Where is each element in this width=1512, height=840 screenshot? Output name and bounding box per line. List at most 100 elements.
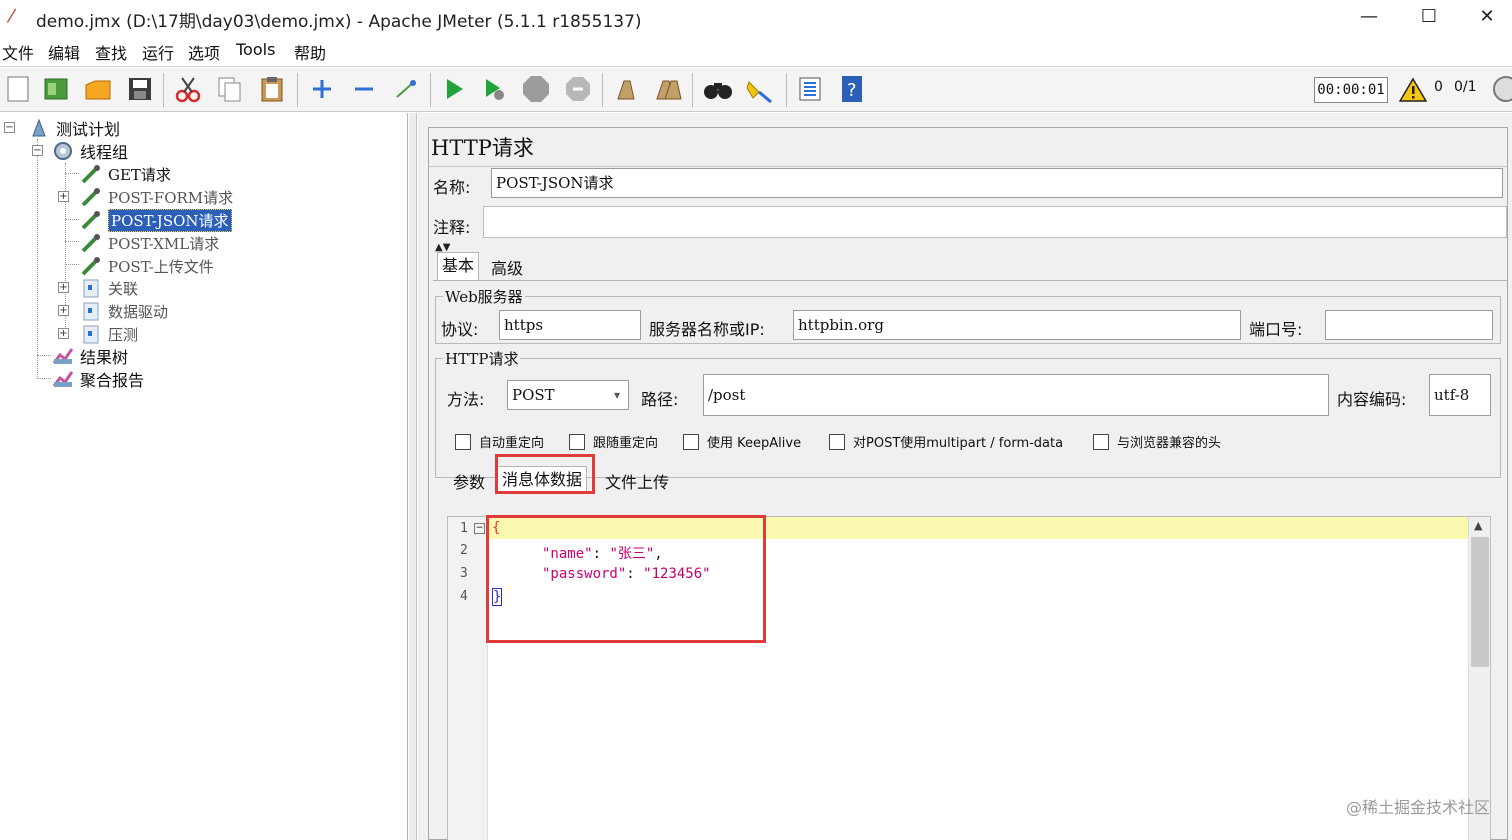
remote-icon[interactable]	[1490, 73, 1512, 105]
tree-item-post-form-request[interactable]: POST-FORM请求	[80, 186, 233, 208]
menu-tools[interactable]: Tools	[236, 40, 275, 59]
templates-icon[interactable]	[40, 73, 72, 105]
close-button[interactable]: ✕	[1464, 4, 1510, 30]
content-encoding-field[interactable]: utf-8	[1429, 374, 1491, 416]
tree-item-test-plan[interactable]: 测试计划	[28, 117, 120, 139]
body-data-editor[interactable]: 1 − 2 3 4 { "name": "张三", "password": "1…	[447, 515, 1491, 840]
path-label: 路径:	[641, 390, 679, 409]
tree-item-get-request[interactable]: GET请求	[80, 163, 171, 185]
scrollbar-thumb[interactable]	[1471, 537, 1489, 667]
stop-icon[interactable]	[520, 73, 552, 105]
pipette-icon	[80, 209, 102, 231]
tree-connector	[65, 173, 79, 174]
cut-icon[interactable]	[172, 73, 204, 105]
pipette-icon	[80, 255, 102, 277]
window-title: demo.jmx (D:\17期\day03\demo.jmx) - Apach…	[36, 12, 642, 32]
pipette-icon	[80, 232, 102, 254]
path-field[interactable]: /post	[703, 374, 1329, 416]
tree-item-post-xml-request[interactable]: POST-XML请求	[80, 232, 219, 254]
title-bar: ⁄ demo.jmx (D:\17期\day03\demo.jmx) - Apa…	[0, 0, 1512, 34]
method-select[interactable]: POST ▾	[507, 380, 629, 410]
checkbox-box[interactable]	[455, 433, 471, 450]
browser-compatible-headers-checkbox[interactable]: 与浏览器兼容的头	[1093, 432, 1221, 451]
checkbox-box[interactable]	[829, 433, 845, 450]
test-plan-tree: − 测试计划 − 线程组 GET请求 + POST-FORM请求 POST-JS…	[0, 113, 408, 840]
fold-toggle[interactable]: −	[474, 523, 485, 534]
tree-item-label: GET请求	[108, 165, 171, 184]
follow-redirect-checkbox[interactable]: 跟随重定向	[569, 432, 658, 451]
expand-toggle[interactable]: +	[58, 191, 69, 202]
chart-icon	[52, 368, 74, 390]
server-name-field[interactable]: httpbin.org	[793, 310, 1241, 340]
new-icon[interactable]	[2, 73, 34, 105]
tree-item-correlation[interactable]: 关联	[80, 277, 138, 299]
expand-toggle[interactable]: +	[58, 282, 69, 293]
start-icon[interactable]	[438, 73, 470, 105]
checkbox-label: 对POST使用multipart / form-data	[853, 436, 1064, 451]
clear-icon[interactable]	[610, 73, 642, 105]
help-icon[interactable]: ?	[836, 73, 868, 105]
tree-item-label: POST-JSON请求	[108, 208, 232, 232]
collapse-icon[interactable]	[348, 73, 380, 105]
checkbox-box[interactable]	[569, 433, 585, 450]
menu-run[interactable]: 运行	[142, 40, 174, 64]
panel-splitter[interactable]	[409, 113, 417, 840]
minimize-button[interactable]: —	[1346, 4, 1392, 30]
checkbox-label: 跟随重定向	[593, 436, 659, 451]
comment-field[interactable]	[483, 206, 1507, 238]
line-number: 3	[460, 566, 468, 581]
expand-toggle[interactable]: +	[58, 328, 69, 339]
tab-parameters[interactable]: 参数	[449, 470, 489, 498]
checkbox-box[interactable]	[1093, 433, 1109, 450]
scroll-up-icon[interactable]: ▲	[1474, 519, 1482, 532]
keepalive-checkbox[interactable]: 使用 KeepAlive	[683, 432, 801, 451]
tree-item-data-driven[interactable]: 数据驱动	[80, 300, 168, 322]
reset-search-icon[interactable]	[744, 73, 776, 105]
clear-all-icon[interactable]	[652, 73, 684, 105]
port-label: 端口号:	[1249, 320, 1303, 339]
test-plan-icon	[28, 117, 50, 139]
port-field[interactable]	[1325, 310, 1493, 340]
open-icon[interactable]	[82, 73, 114, 105]
menu-help[interactable]: 帮助	[294, 40, 326, 64]
protocol-label: 协议:	[441, 320, 479, 339]
collapse-toggle[interactable]: −	[4, 122, 15, 133]
menu-file[interactable]: 文件	[2, 40, 34, 64]
tree-item-post-upload[interactable]: POST-上传文件	[80, 255, 214, 277]
protocol-field[interactable]: https	[499, 310, 641, 340]
tree-item-results-tree[interactable]: 结果树	[52, 345, 128, 367]
checkbox-box[interactable]	[683, 433, 699, 450]
tab-basic[interactable]: 基本	[437, 252, 480, 280]
collapse-toggle[interactable]: −	[32, 145, 43, 156]
tree-item-thread-group[interactable]: 线程组	[52, 140, 128, 162]
function-helper-icon[interactable]	[794, 73, 826, 105]
tree-connector	[37, 139, 38, 379]
vertical-scrollbar[interactable]: ▲	[1468, 517, 1490, 840]
toggle-icon[interactable]	[390, 73, 422, 105]
tree-item-post-json-request[interactable]: POST-JSON请求	[80, 208, 232, 232]
tree-item-aggregate-report[interactable]: 聚合报告	[52, 368, 144, 390]
expand-toggle[interactable]: +	[58, 305, 69, 316]
search-icon[interactable]	[702, 73, 734, 105]
auto-redirect-checkbox[interactable]: 自动重定向	[455, 432, 544, 451]
expand-icon[interactable]	[306, 73, 338, 105]
tree-item-load-test[interactable]: 压测	[80, 323, 138, 345]
checkbox-label: 与浏览器兼容的头	[1117, 436, 1222, 451]
menu-search[interactable]: 查找	[95, 40, 127, 64]
paste-icon[interactable]	[256, 73, 288, 105]
tab-file-upload[interactable]: 文件上传	[601, 470, 673, 498]
warning-icon[interactable]	[1398, 75, 1428, 105]
chart-icon	[52, 345, 74, 367]
tree-item-label: POST-FORM请求	[108, 188, 234, 207]
name-field[interactable]: POST-JSON请求	[491, 168, 1503, 198]
start-no-pauses-icon[interactable]	[478, 73, 510, 105]
menu-options[interactable]: 选项	[188, 40, 220, 64]
menu-edit[interactable]: 编辑	[48, 40, 80, 64]
shutdown-icon[interactable]	[562, 73, 594, 105]
copy-icon[interactable]	[214, 73, 246, 105]
save-icon[interactable]	[124, 73, 156, 105]
thread-count: 0/1	[1454, 79, 1477, 95]
maximize-button[interactable]: ☐	[1406, 4, 1452, 30]
multipart-checkbox[interactable]: 对POST使用multipart / form-data	[829, 432, 1063, 451]
tree-item-label: 结果树	[80, 348, 129, 367]
